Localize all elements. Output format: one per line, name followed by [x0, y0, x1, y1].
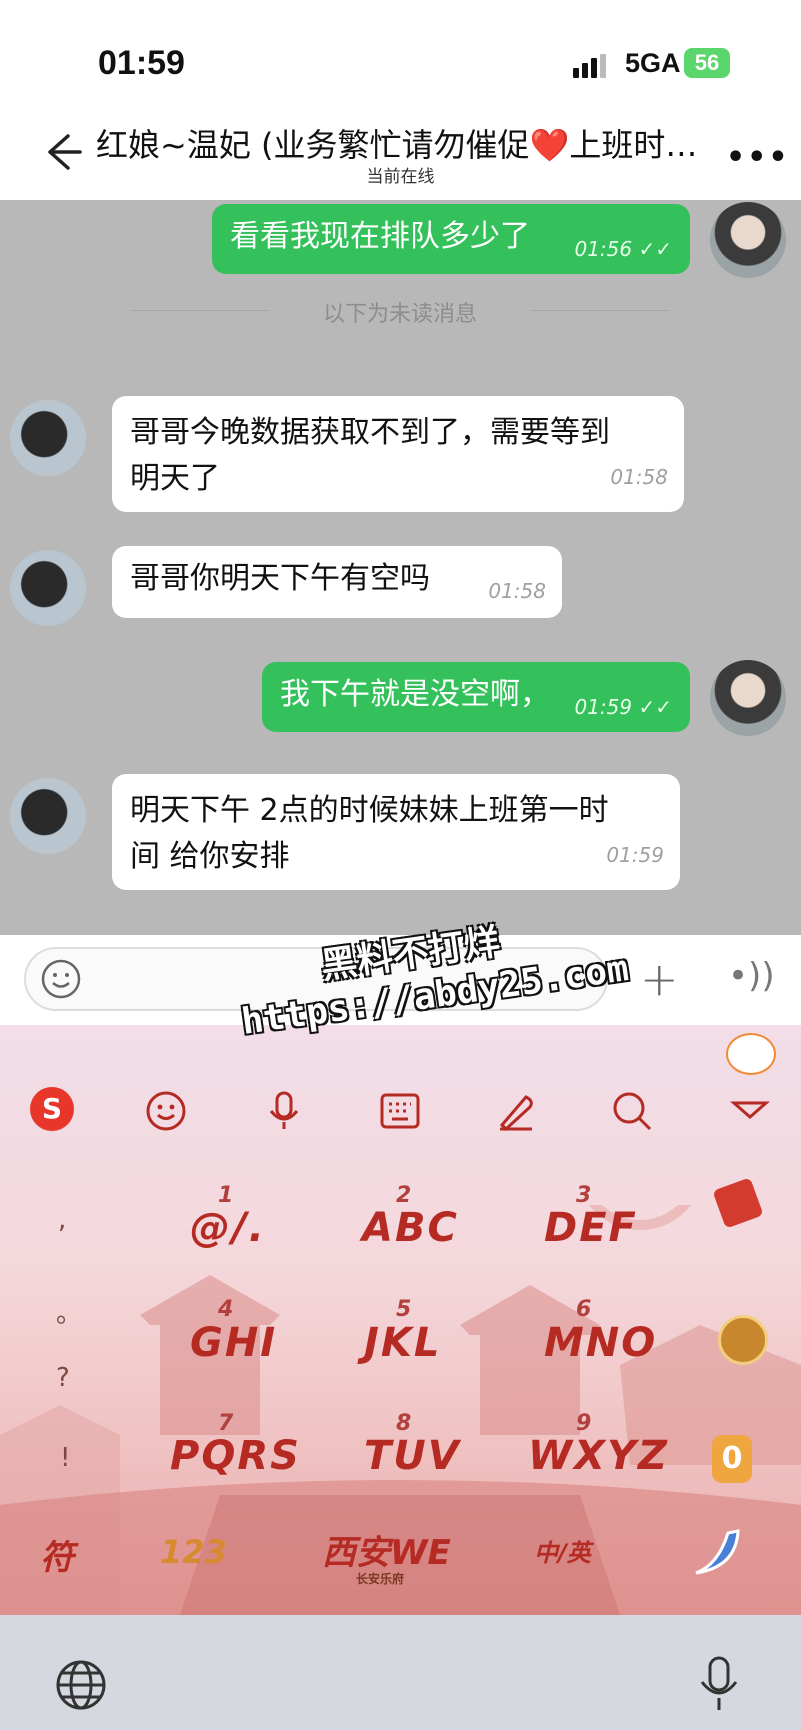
enter-key-icon[interactable]	[688, 1525, 744, 1581]
key-2[interactable]: ABC	[362, 1205, 459, 1251]
message-list[interactable]: 看看我现在排队多少了 01:56 ✓✓ 以下为未读消息 哥哥今晚数据获取不到了，…	[0, 200, 801, 935]
microphone-icon[interactable]	[262, 1089, 306, 1133]
handwriting-icon[interactable]	[494, 1089, 538, 1133]
message-bubble-outgoing[interactable]: 我下午就是没空啊， 01:59 ✓✓	[262, 662, 690, 732]
key-9[interactable]: WXYZ	[528, 1433, 669, 1479]
avatar[interactable]	[10, 550, 86, 626]
key-8[interactable]: TUV	[364, 1433, 461, 1479]
message-text: 看看我现在排队多少了	[230, 219, 530, 254]
message-text: 哥哥你明天下午有空吗	[130, 561, 430, 596]
message-time: 01:56 ✓✓	[574, 237, 672, 261]
keyboard: S , 。 ? ! 1 @/. 2 ABC 3 DEF 4 GHI 5 JKL …	[0, 1025, 801, 1615]
avatar[interactable]	[710, 660, 786, 736]
unread-divider: 以下为未读消息	[130, 296, 670, 328]
battery-indicator: 56	[684, 48, 730, 78]
space-key[interactable]: 西安WE	[322, 1525, 451, 1574]
status-time: 01:59	[98, 44, 185, 82]
punctuation-key[interactable]: ,	[58, 1205, 66, 1235]
punctuation-key[interactable]: ?	[56, 1363, 70, 1393]
avatar[interactable]	[10, 400, 86, 476]
theme-mascot-icon[interactable]	[726, 1033, 776, 1075]
online-status: 当前在线	[366, 167, 435, 187]
message-text-line: 哥哥今晚数据获取不到了，需要等到	[130, 415, 610, 450]
keyboard-layout-icon[interactable]	[378, 1089, 422, 1133]
message-time: 01:59 ✓✓	[574, 695, 672, 719]
sogou-logo-icon[interactable]: S	[30, 1087, 74, 1131]
message-time: 01:58	[488, 579, 546, 603]
key-6[interactable]: MNO	[544, 1320, 657, 1366]
key-0[interactable]: 0	[712, 1435, 752, 1483]
key-7[interactable]: PQRS	[170, 1433, 301, 1479]
space-key-subtitle: 长安乐府	[356, 1572, 405, 1586]
symbols-key[interactable]: 符	[40, 1530, 74, 1579]
key-number: 6	[576, 1297, 592, 1322]
voice-wave-icon[interactable]: •))	[728, 956, 775, 996]
microphone-icon[interactable]	[696, 1654, 742, 1716]
message-bubble-incoming[interactable]: 明天下午 2点的时候妹妹上班第一时 间 给你安排 01:59	[112, 774, 680, 890]
message-time: 01:58	[610, 465, 668, 489]
numbers-key[interactable]: 123	[160, 1533, 227, 1571]
message-bubble-incoming[interactable]: 哥哥今晚数据获取不到了，需要等到 明天了 01:58	[112, 396, 684, 512]
emoji-icon[interactable]	[40, 958, 82, 1000]
signal-icon	[573, 54, 609, 78]
punctuation-key[interactable]: !	[60, 1443, 70, 1473]
network-type: 5GA	[625, 48, 681, 78]
system-bar	[0, 1615, 801, 1730]
avatar[interactable]	[10, 778, 86, 854]
chat-title[interactable]: 红娘~温妃 (业务繁忙请勿催促❤️上班时…	[96, 120, 716, 166]
message-bubble-incoming[interactable]: 哥哥你明天下午有空吗 01:58	[112, 546, 562, 618]
language-switch-key[interactable]: 中/英	[534, 1533, 591, 1568]
emoji-keyboard-icon[interactable]	[144, 1089, 188, 1133]
globe-icon[interactable]	[54, 1658, 108, 1712]
key-5[interactable]: JKL	[364, 1320, 441, 1366]
collapse-keyboard-icon[interactable]	[728, 1089, 772, 1133]
message-text-line: 间 给你安排	[130, 839, 290, 874]
key-1[interactable]: @/.	[190, 1205, 266, 1251]
more-options-icon[interactable]: •••	[726, 140, 790, 175]
message-text-line: 明天了	[130, 461, 220, 496]
key-4[interactable]: GHI	[190, 1320, 277, 1366]
search-icon[interactable]	[610, 1089, 654, 1133]
message-text-line: 明天下午 2点的时候妹妹上班第一时	[130, 793, 609, 828]
avatar[interactable]	[710, 202, 786, 278]
attach-plus-icon[interactable]: +	[640, 952, 679, 1006]
shield-emblem-icon[interactable]	[718, 1315, 768, 1365]
key-number: 5	[396, 1297, 412, 1322]
message-text: 我下午就是没空啊，	[280, 677, 550, 712]
message-bubble-outgoing[interactable]: 看看我现在排队多少了 01:56 ✓✓	[212, 204, 690, 274]
key-3[interactable]: DEF	[544, 1205, 638, 1251]
message-time: 01:59	[606, 843, 664, 867]
key-number: 4	[218, 1297, 234, 1322]
punctuation-key[interactable]: 。	[56, 1293, 82, 1330]
